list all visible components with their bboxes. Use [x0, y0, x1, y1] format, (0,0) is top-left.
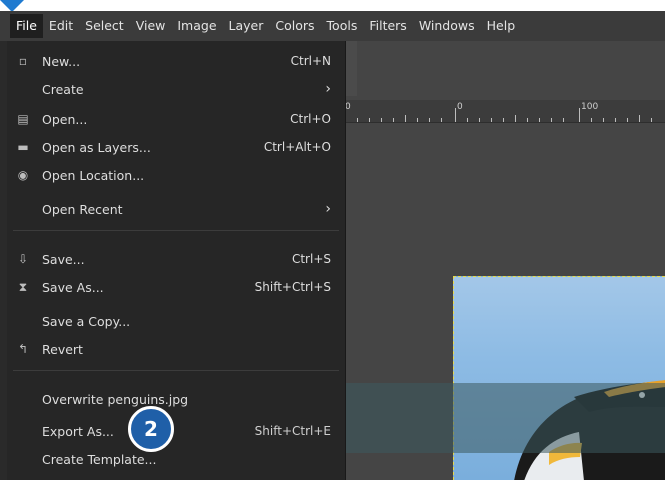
revert-icon: ↰ [17, 342, 29, 356]
globe-icon: ◉ [17, 168, 29, 182]
menu-select[interactable]: Select [79, 14, 130, 38]
menu-layer[interactable]: Layer [223, 14, 270, 38]
menu-file[interactable]: File [10, 14, 43, 38]
menu-separator [13, 370, 339, 371]
menu-item-open-recent[interactable]: Open Recent › [7, 197, 345, 221]
window-top-edge [0, 0, 665, 12]
layers-icon: ▬ [17, 140, 29, 154]
chevron-right-icon: › [325, 81, 331, 97]
menu-view[interactable]: View [130, 14, 172, 38]
menu-item-open-location[interactable]: ◉ Open Location... [7, 163, 345, 187]
menu-item-export-as[interactable]: Export As... Shift+Ctrl+E [7, 419, 345, 443]
menu-colors[interactable]: Colors [269, 14, 320, 38]
chevron-right-icon: › [325, 201, 331, 217]
menu-item-open-as-layers[interactable]: ▬ Open as Layers... Ctrl+Alt+O [7, 135, 345, 159]
menu-item-save-copy[interactable]: Save a Copy... [7, 309, 345, 333]
ruler-label: 0 [457, 102, 463, 112]
menu-bar: File Edit Select View Image Layer Colors… [0, 11, 665, 41]
menu-separator [13, 230, 339, 231]
menu-item-create[interactable]: Create › [7, 77, 345, 101]
ruler-label: 100 [581, 102, 599, 112]
new-file-icon: ▫ [18, 54, 28, 68]
save-as-icon: ⧗ [18, 279, 28, 294]
menu-windows[interactable]: Windows [413, 14, 481, 38]
menu-item-revert[interactable]: ↰ Revert [7, 337, 345, 361]
menu-item-save-as[interactable]: ⧗ Save As... Shift+Ctrl+S [7, 275, 345, 299]
menu-item-open[interactable]: ▤ Open... Ctrl+O [7, 107, 345, 131]
image-tab-area [357, 41, 665, 96]
open-icon: ▤ [17, 112, 29, 126]
menu-item-create-template[interactable]: Create Template... [7, 447, 345, 471]
save-icon: ⇩ [17, 252, 29, 266]
step-number-badge: 2 [128, 406, 174, 452]
menu-item-save[interactable]: ⇩ Save... Ctrl+S [7, 247, 345, 271]
menu-tools[interactable]: Tools [321, 14, 364, 38]
horizontal-ruler[interactable]: 0 0 100 [345, 100, 665, 123]
menu-item-overwrite[interactable]: Overwrite penguins.jpg [7, 387, 345, 411]
file-menu-dropdown: ▫ New... Ctrl+N Create › ▤ Open... Ctrl+… [7, 41, 346, 480]
menu-help[interactable]: Help [481, 14, 522, 38]
menu-item-new[interactable]: ▫ New... Ctrl+N [7, 49, 345, 73]
menu-filters[interactable]: Filters [363, 14, 412, 38]
window-left-edge [0, 41, 7, 480]
menu-edit[interactable]: Edit [43, 14, 79, 38]
menu-image[interactable]: Image [171, 14, 222, 38]
